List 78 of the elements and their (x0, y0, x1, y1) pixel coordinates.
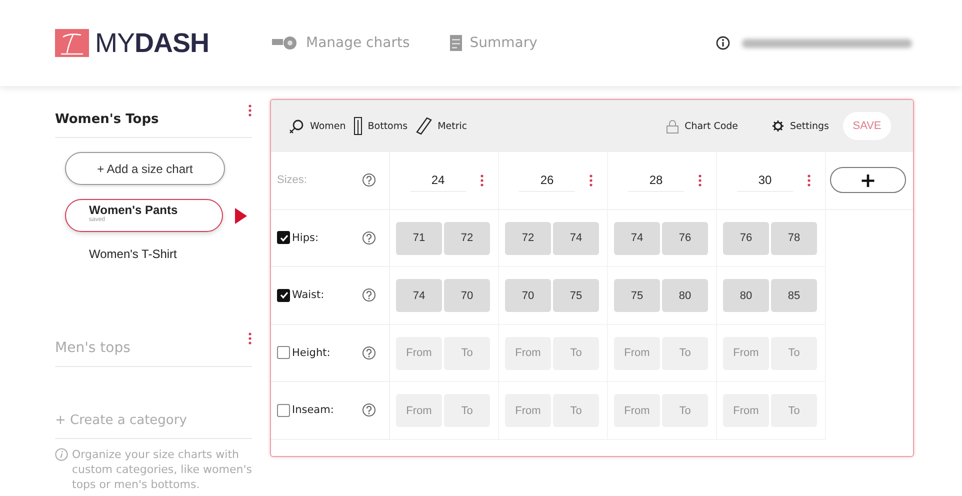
help-icon[interactable] (362, 230, 376, 245)
value-field[interactable]: 70 (444, 279, 490, 312)
value-field[interactable]: To (662, 394, 708, 427)
add-chart-button[interactable]: + Add a size chart (65, 152, 225, 185)
value-field[interactable]: 85 (771, 279, 817, 312)
ruler-icon (416, 117, 432, 135)
lock-icon (666, 118, 679, 134)
size-field[interactable]: 28 (628, 168, 684, 192)
toolbar-item[interactable]: Bottoms (354, 117, 408, 135)
value-field[interactable]: 70 (505, 279, 551, 312)
toolbar-item[interactable]: Women (289, 118, 346, 134)
help-icon[interactable] (362, 346, 376, 360)
settings-icon (772, 120, 784, 132)
logo-icon (55, 29, 89, 57)
value-field[interactable]: From (614, 336, 660, 370)
help-icon[interactable] (362, 403, 376, 418)
value-field[interactable]: From (614, 394, 660, 427)
value-field[interactable]: To (771, 394, 817, 427)
toolbar-item[interactable]: Settings (772, 120, 829, 132)
value-field[interactable]: 72 (444, 222, 490, 254)
more-icon[interactable] (698, 174, 702, 187)
value-field[interactable]: To (444, 336, 490, 370)
pants-icon (354, 117, 362, 135)
chart-item[interactable]: Women's T-Shirt (65, 246, 223, 262)
value-field[interactable]: 78 (771, 222, 817, 254)
size-field[interactable]: 26 (519, 168, 575, 192)
measurement-label: Hips: (292, 232, 318, 244)
tape-icon (272, 36, 298, 50)
value-field[interactable]: From (723, 394, 769, 427)
value-field[interactable]: To (553, 394, 599, 427)
more-icon[interactable] (480, 174, 484, 187)
more-icon[interactable] (589, 174, 593, 187)
size-field[interactable]: 30 (737, 168, 793, 192)
gender-icon (289, 118, 304, 134)
hint-text: Organize your size charts with custom categories, like women's tops or men's bottoms. (72, 447, 252, 492)
size-field[interactable]: 24 (410, 168, 466, 192)
value-field[interactable]: 76 (723, 222, 769, 254)
value-field[interactable]: 74 (614, 222, 660, 254)
value-field[interactable]: From (396, 394, 442, 427)
value-field[interactable]: From (505, 394, 551, 427)
add-size-button[interactable]: + (830, 167, 906, 194)
sizes-label: Sizes: (277, 174, 307, 186)
logo-text: MYDASH (95, 28, 210, 58)
more-icon[interactable] (807, 174, 811, 187)
document-icon (450, 35, 462, 51)
checkbox[interactable] (277, 288, 290, 302)
toolbar-item[interactable]: Metric (416, 117, 468, 135)
value-field[interactable]: 80 (723, 279, 769, 312)
value-field[interactable]: 75 (553, 279, 599, 312)
checkbox[interactable] (277, 404, 290, 417)
value-field[interactable]: 74 (553, 222, 599, 254)
value-field[interactable]: From (396, 336, 442, 370)
toolbar-item[interactable]: Chart Code (666, 118, 738, 134)
value-field[interactable]: 71 (396, 222, 442, 254)
value-field[interactable]: 74 (396, 279, 442, 312)
checkbox[interactable] (277, 346, 290, 360)
help-icon[interactable] (362, 288, 376, 302)
value-field[interactable]: To (771, 336, 817, 370)
value-field[interactable]: To (662, 336, 708, 370)
category-title[interactable]: Women's Tops (55, 112, 159, 127)
measurement-label: Height: (292, 346, 330, 359)
more-icon[interactable] (248, 332, 252, 345)
value-field[interactable]: To (444, 394, 490, 427)
measurement-label: Inseam: (292, 404, 334, 416)
value-field[interactable]: 75 (614, 279, 660, 312)
more-icon[interactable] (248, 104, 252, 117)
value-field[interactable]: To (553, 336, 599, 370)
value-field[interactable]: 80 (662, 279, 708, 312)
info-icon (55, 448, 68, 461)
value-field[interactable]: 72 (505, 222, 551, 254)
checkbox[interactable] (277, 231, 290, 244)
help-icon[interactable] (362, 173, 376, 188)
value-field[interactable]: 76 (662, 222, 708, 254)
value-field[interactable]: From (505, 336, 551, 370)
pointer-icon (235, 208, 247, 224)
value-field[interactable]: From (723, 336, 769, 370)
measurement-label: Waist: (292, 289, 324, 302)
account-icon[interactable] (716, 36, 730, 50)
